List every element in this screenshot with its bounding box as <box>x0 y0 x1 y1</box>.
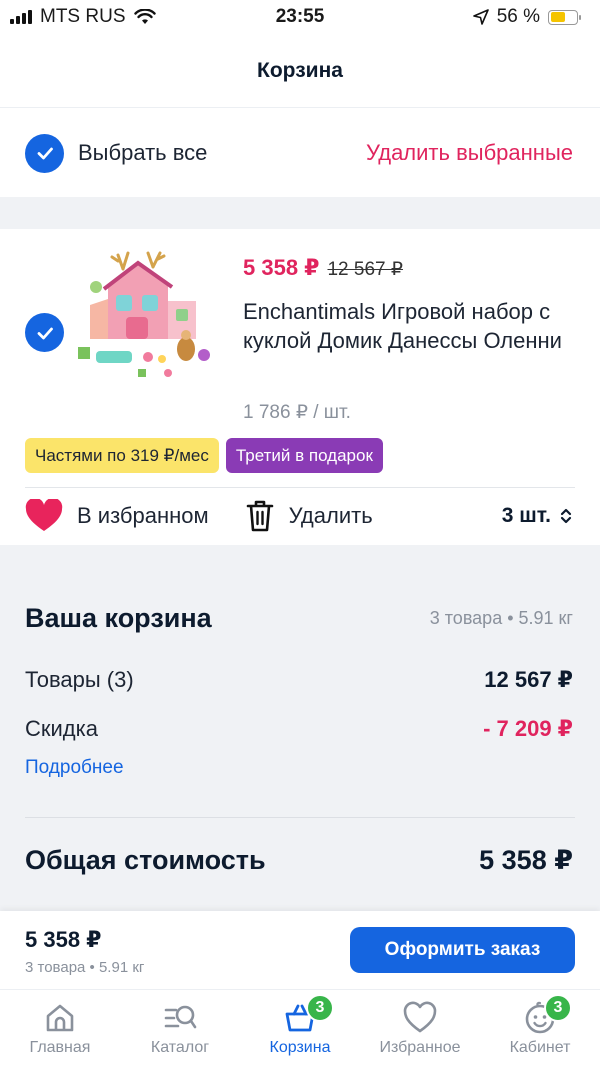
checkout-meta: 3 товара • 5.91 кг <box>25 959 145 976</box>
item-checkbox[interactable] <box>25 313 64 352</box>
select-all-toggle[interactable]: Выбрать все <box>25 133 208 173</box>
tab-label: Кабинет <box>509 1039 571 1056</box>
checkout-button[interactable]: Оформить заказ <box>350 927 575 973</box>
cellular-signal-icon <box>10 10 32 24</box>
total-label: Общая стоимость <box>25 845 266 875</box>
total-value: 5 358 ₽ <box>479 845 573 875</box>
favorite-button[interactable]: В избранном <box>25 499 209 533</box>
tab-account[interactable]: Кабинет 3 <box>480 990 600 1066</box>
price-current: 5 358 ₽ <box>243 255 320 280</box>
summary-title: Ваша корзина <box>25 603 212 633</box>
cart-summary: Ваша корзина 3 товара • 5.91 кг Товары (… <box>0 545 600 911</box>
delete-item-button[interactable]: Удалить <box>245 499 373 533</box>
section-separator <box>0 197 600 229</box>
checkmark-icon <box>37 147 53 160</box>
price-row: 5 358 ₽ 12 567 ₽ <box>243 255 403 281</box>
tab-cart[interactable]: Корзина 3 <box>240 990 360 1066</box>
items-value: 12 567 ₽ <box>484 667 573 692</box>
battery-icon <box>548 9 581 25</box>
wifi-icon <box>133 9 156 24</box>
tab-label: Главная <box>29 1039 91 1056</box>
catalog-search-icon <box>164 1005 197 1029</box>
checkout-price: 5 358 ₽ <box>25 927 102 952</box>
item-divider <box>25 487 575 488</box>
price-old: 12 567 ₽ <box>327 259 403 280</box>
selection-bar: Выбрать все Удалить выбранные <box>0 109 600 197</box>
tab-label: Каталог <box>150 1039 210 1056</box>
updown-chevron-icon <box>560 508 572 524</box>
details-link[interactable]: Подробнее <box>25 757 124 779</box>
product-title[interactable]: Enchantimals Игровой набор с куклой Доми… <box>243 297 583 355</box>
account-badge: 3 <box>544 994 572 1022</box>
delete-selected-button[interactable]: Удалить выбранные <box>366 140 573 166</box>
total-row: Общая стоимость 5 358 ₽ <box>25 845 573 876</box>
discount-row: Скидка - 7 209 ₽ <box>25 716 573 742</box>
checkmark-icon <box>37 327 53 339</box>
item-actions: В избранном Удалить 3 шт. <box>25 499 573 533</box>
delete-label: Удалить <box>288 503 373 528</box>
summary-divider <box>25 817 575 818</box>
tab-bar: Главная Каталог Корзина 3 Избранное Каби… <box>0 989 600 1066</box>
checkout-bar: 5 358 ₽ 3 товара • 5.91 кг Оформить зака… <box>0 911 600 989</box>
discount-value: - 7 209 ₽ <box>483 716 573 741</box>
badge-group: Частями по 319 ₽/мес Третий в подарок <box>25 438 383 473</box>
battery-percent: 56 % <box>496 6 540 27</box>
promo-badge[interactable]: Третий в подарок <box>225 438 383 473</box>
installment-badge[interactable]: Частями по 319 ₽/мес <box>25 438 219 473</box>
product-image[interactable] <box>68 247 218 385</box>
page-title: Корзина <box>257 58 343 82</box>
favorite-label: В избранном <box>77 503 209 528</box>
heart-filled-icon <box>25 499 63 531</box>
trash-icon <box>246 500 273 532</box>
heart-icon <box>403 1001 437 1033</box>
select-all-checkbox[interactable] <box>25 133 64 173</box>
discount-label: Скидка <box>25 716 98 741</box>
home-icon <box>46 1004 74 1032</box>
tab-label: Избранное <box>379 1039 461 1056</box>
items-label: Товары (3) <box>25 667 134 692</box>
status-bar: MTS RUS 23:55 56 % <box>0 0 600 34</box>
tab-label: Корзина <box>269 1039 331 1056</box>
nav-header: Корзина <box>0 34 600 108</box>
quantity-value: 3 шт. <box>501 504 551 527</box>
carrier-name: MTS RUS <box>40 6 126 27</box>
quantity-selector[interactable]: 3 шт. <box>502 504 573 528</box>
location-arrow-icon <box>472 9 489 25</box>
select-all-label: Выбрать все <box>78 140 208 165</box>
tab-catalog[interactable]: Каталог <box>120 990 240 1066</box>
items-row: Товары (3) 12 567 ₽ <box>25 667 573 693</box>
cart-item: 5 358 ₽ 12 567 ₽ Enchantimals Игровой на… <box>0 229 600 545</box>
unit-price: 1 786 ₽ / шт. <box>243 402 351 423</box>
tab-home[interactable]: Главная <box>0 990 120 1066</box>
summary-meta: 3 товара • 5.91 кг <box>429 608 573 628</box>
cart-count-badge: 3 <box>306 994 334 1022</box>
tab-favorites[interactable]: Избранное <box>360 990 480 1066</box>
